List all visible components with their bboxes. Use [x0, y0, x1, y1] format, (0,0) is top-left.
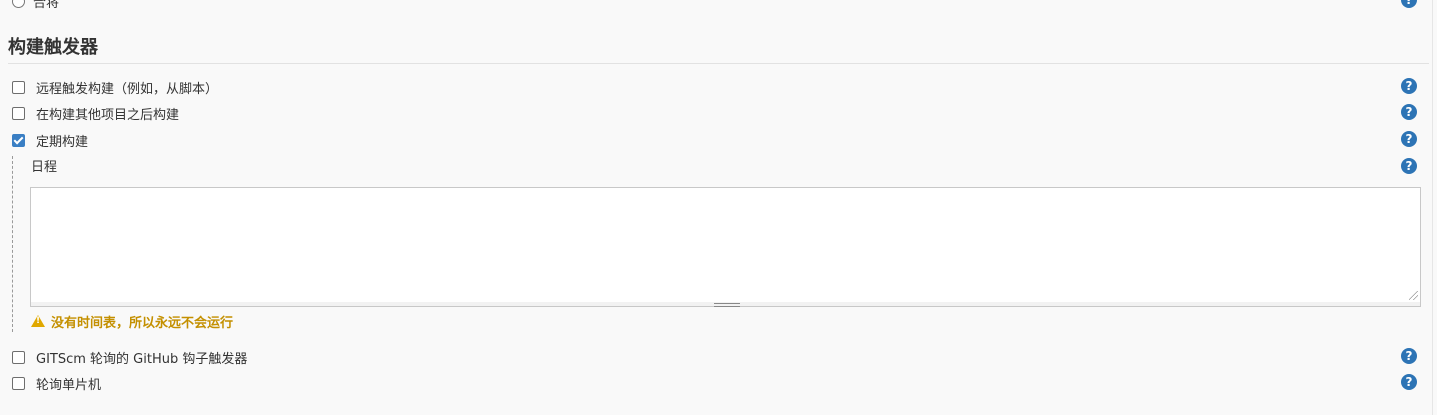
help-icon-periodic[interactable]: ?: [1401, 131, 1417, 147]
schedule-warning: 没有时间表，所以永远不会运行: [31, 312, 234, 331]
trigger-github-hook-checkbox[interactable]: [12, 350, 25, 364]
previous-radio-label: 合将: [33, 0, 60, 11]
trigger-poll-scm-checkbox[interactable]: [12, 376, 25, 390]
trigger-github-hook[interactable]: GITScm 轮询的 GitHub 钩子触发器: [12, 348, 248, 367]
trigger-after-other-label: 在构建其他项目之后构建: [36, 107, 180, 123]
trigger-github-hook-label: GITScm 轮询的 GitHub 钩子触发器: [36, 351, 248, 367]
nested-indent-line: [12, 156, 14, 332]
trigger-remote-checkbox[interactable]: [12, 80, 25, 94]
build-triggers-page: 合将 ? 构建触发器 远程触发构建（例如，从脚本） ? 在构建其他项目之后构建 …: [0, 0, 1437, 415]
trigger-poll-scm-label: 轮询单片机: [36, 377, 102, 393]
help-icon-remote[interactable]: ?: [1401, 78, 1417, 94]
help-icon-github-hook[interactable]: ?: [1401, 348, 1417, 364]
trigger-poll-scm[interactable]: 轮询单片机: [12, 374, 102, 393]
trigger-after-other-projects[interactable]: 在构建其他项目之后构建: [12, 104, 180, 123]
section-divider: [8, 63, 1429, 64]
help-icon-poll-scm[interactable]: ?: [1401, 374, 1417, 390]
help-icon-after-other[interactable]: ?: [1401, 104, 1417, 120]
warning-icon: [31, 315, 45, 327]
trigger-periodic-checkbox[interactable]: [12, 133, 25, 147]
section-title: 构建触发器: [8, 37, 98, 58]
trigger-periodic-label: 定期构建: [36, 134, 89, 150]
help-icon-previous[interactable]: ?: [1401, 0, 1417, 8]
schedule-field-wrapper: [30, 187, 1421, 307]
schedule-label: 日程: [31, 160, 58, 175]
trigger-periodic-build[interactable]: 定期构建: [12, 131, 89, 150]
help-icon-schedule[interactable]: ?: [1401, 158, 1417, 174]
trigger-after-other-checkbox[interactable]: [12, 106, 25, 120]
schedule-textarea[interactable]: [30, 187, 1421, 303]
schedule-warning-text: 没有时间表，所以永远不会运行: [51, 315, 234, 331]
trigger-remote-build[interactable]: 远程触发构建（例如，从脚本）: [12, 78, 219, 97]
previous-radio-option[interactable]: 合将: [12, 0, 60, 11]
page-scroll-edge: [1432, 0, 1433, 415]
textarea-resize-handle[interactable]: [30, 302, 1421, 307]
previous-radio[interactable]: [12, 0, 25, 8]
trigger-remote-label: 远程触发构建（例如，从脚本）: [36, 81, 219, 97]
